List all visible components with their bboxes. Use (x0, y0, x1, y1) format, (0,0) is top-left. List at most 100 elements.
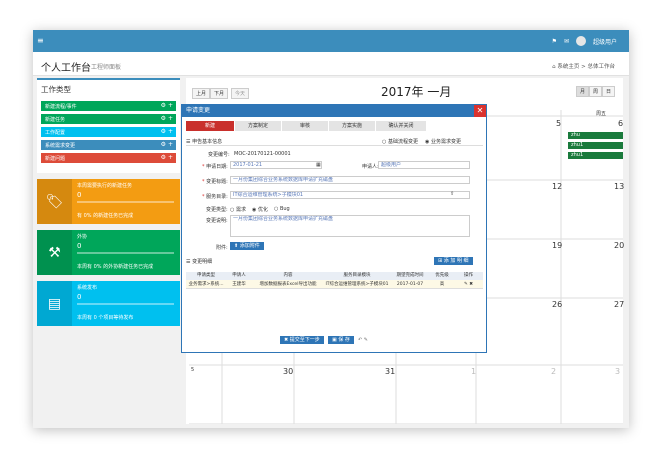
calendar-event[interactable]: zhu1 (568, 152, 623, 159)
weekday-header: 周五 (596, 111, 607, 117)
settings-add-icon[interactable]: ⚙ + (161, 141, 173, 148)
day-number-faded: 2 (551, 367, 557, 376)
upload-icon[interactable]: ⇪ (450, 191, 454, 197)
stat-box-tasks[interactable]: 🏷 本周需要执行的新建任务 0 有 0% 的新建任务已完成 (37, 179, 180, 224)
day-number[interactable]: 20 (614, 241, 624, 250)
add-attachment-button[interactable]: ⬆ 添加附件 (230, 242, 264, 250)
section-title: 变更明细 (192, 259, 213, 265)
work-type-label: 系统需求变更 (45, 142, 76, 149)
desc-textarea[interactable]: 一月份集团综合业务系统数据库申请扩充磁盘 (230, 215, 470, 237)
settings-add-icon[interactable]: ⚙ + (161, 102, 173, 109)
service-label: * 服务目录: (202, 194, 228, 200)
day-number-faded: 3 (615, 367, 621, 376)
work-type-item[interactable]: 新建任务 ⚙ + (41, 114, 176, 124)
bell-icon[interactable]: ✉ (564, 38, 569, 45)
progress-bar (77, 303, 174, 305)
change-request-dialog: 申请变更 ✕ 新建 方案制定 审核 方案实施 确认并关闭 ☰ 申告基本信息 ○ … (181, 104, 487, 353)
step-plan[interactable]: 方案制定 (235, 121, 281, 131)
home-icon: ⌂ (552, 64, 556, 70)
submit-next-button[interactable]: ✖ 提交至下一步 (280, 336, 324, 344)
settings-add-icon[interactable]: ⚙ + (161, 115, 173, 122)
settings-add-icon[interactable]: ⚙ + (161, 154, 173, 161)
calendar-event[interactable]: zhu (568, 132, 623, 139)
type-label: 变更类型: (206, 207, 228, 213)
add-detail-button[interactable]: ⊞ 添 加 明 细 (434, 257, 473, 265)
column-header: 服务目录模块 (343, 273, 371, 278)
page-title: 个人工作台 (41, 63, 91, 74)
undo-icon[interactable]: ↶ ✎ (358, 337, 368, 343)
work-type-label: 新建流程/事件 (45, 103, 77, 110)
divider (186, 145, 483, 146)
flag-icon[interactable]: ⚑ (552, 38, 557, 45)
save-button[interactable]: ▣ 保 存 (328, 336, 354, 344)
table-row[interactable]: 业务需求>系统... 王建华 增加数据报表Excel导出功能 IT综合运维管理系… (186, 280, 483, 289)
breadcrumb-home[interactable]: 系统主页 (557, 64, 579, 70)
work-type-item[interactable]: 新建问题 ⚙ + (41, 153, 176, 163)
day-number[interactable]: 26 (552, 300, 562, 309)
table-header: 申请类型 申请人 内容 服务目录模块 期望完成时间 优先级 操作 (186, 272, 483, 280)
work-type-item[interactable]: 系统需求变更 ⚙ + (41, 140, 176, 150)
applicant-input[interactable]: 超级用户 (378, 161, 470, 169)
step-close[interactable]: 确认并关闭 (376, 121, 426, 131)
stat-label: 系统发布 (77, 285, 98, 291)
day-number[interactable]: 30 (283, 367, 293, 376)
user-name[interactable]: 超级用户 (593, 37, 617, 46)
stat-box-release[interactable]: ▤ 系统发布 0 本周有 0 个项目等待发布 (37, 281, 180, 326)
work-type-label: 新建问题 (45, 155, 66, 162)
top-navbar: ≡ ⚑ ✉ 超级用户 (33, 30, 629, 52)
work-type-label: 新建任务 (45, 116, 66, 123)
attach-label: 附件: (216, 245, 228, 251)
table-cell: 2017-01-07 (396, 282, 424, 287)
avatar[interactable] (575, 36, 586, 46)
page-header: 个人工作台 工程师面板 ⌂ 系统主页 > 总体工作台 (33, 52, 629, 76)
calendar-icon[interactable]: ▦ (316, 162, 321, 168)
subject-input[interactable]: 一月份集团综合业务系统数据库申请扩充磁盘 (230, 176, 470, 184)
table-cell: IT综合运维管理系统>子模块01 (325, 282, 389, 287)
column-header: 优先级 (435, 273, 449, 278)
step-implement[interactable]: 方案实施 (329, 121, 375, 131)
calendar-event[interactable]: zhu1 (568, 142, 623, 149)
stat-box-outsource[interactable]: ⚒ 外协 0 本周有 0% 的外协新建任务已完成 (37, 230, 180, 275)
list-icon: ☰ (186, 259, 191, 265)
edit-delete-icons[interactable]: ✎ ✖ (454, 280, 483, 288)
section-basic-info: ☰ 申告基本信息 (186, 138, 222, 145)
apply-date-label: * 申请日期: (202, 164, 228, 170)
dialog-header: 申请变更 ✕ (182, 105, 486, 117)
progress-bar (77, 252, 174, 254)
radio-urgent-change[interactable]: ◉ 业务需求变更 (425, 138, 461, 145)
day-number[interactable]: 13 (614, 182, 624, 191)
day-number[interactable]: 27 (614, 300, 624, 309)
work-type-item[interactable]: 工作配置 ⚙ + (41, 127, 176, 137)
left-panel: 工作类型 新建流程/事件 ⚙ + 新建任务 ⚙ + 工作配置 ⚙ + 系统需求变… (37, 78, 180, 326)
step-review[interactable]: 审核 (282, 121, 328, 131)
work-type-box: 工作类型 新建流程/事件 ⚙ + 新建任务 ⚙ + 工作配置 ⚙ + 系统需求变… (37, 78, 180, 173)
work-type-title: 工作类型 (41, 85, 71, 94)
breadcrumb: ⌂ 系统主页 > 总体工作台 (552, 64, 615, 70)
column-header: 内容 (283, 273, 293, 278)
day-number[interactable]: 12 (552, 182, 562, 191)
day-number[interactable]: 31 (385, 367, 395, 376)
stat-value: 0 (77, 242, 82, 250)
detail-table: 申请类型 申请人 内容 服务目录模块 期望完成时间 优先级 操作 业务需求>系统… (186, 272, 483, 289)
type-option-optimize[interactable]: ◉ 优化 (252, 206, 268, 213)
day-number-faded: 1 (471, 367, 477, 376)
desc-label: 变更说明: (206, 218, 228, 224)
day-number[interactable]: 5 (556, 119, 561, 128)
stat-description: 本周有 0 个项目等待发布 (77, 315, 134, 321)
apply-date-input[interactable]: 2017-01-21 (230, 161, 322, 169)
type-option-demand[interactable]: ○ 需求 (230, 206, 246, 213)
service-input[interactable]: IT综合运维管理系统>子模块01 (230, 191, 470, 199)
close-icon[interactable]: ✕ (474, 105, 486, 117)
settings-add-icon[interactable]: ⚙ + (161, 128, 173, 135)
day-number[interactable]: 5 (191, 367, 194, 373)
work-type-item[interactable]: 新建流程/事件 ⚙ + (41, 101, 176, 111)
menu-toggle-icon[interactable]: ≡ (37, 36, 44, 45)
applicant-label: 申请人: (362, 164, 379, 170)
type-option-bug[interactable]: ○ Bug (274, 206, 290, 212)
step-new[interactable]: 新建 (186, 121, 234, 131)
radio-normal-change[interactable]: ○ 基础流程变更 (382, 138, 418, 145)
document-icon: ▤ (37, 281, 72, 326)
page-subtitle: 工程师面板 (91, 64, 122, 71)
day-number[interactable]: 19 (552, 241, 562, 250)
day-number[interactable]: 6 (618, 119, 623, 128)
